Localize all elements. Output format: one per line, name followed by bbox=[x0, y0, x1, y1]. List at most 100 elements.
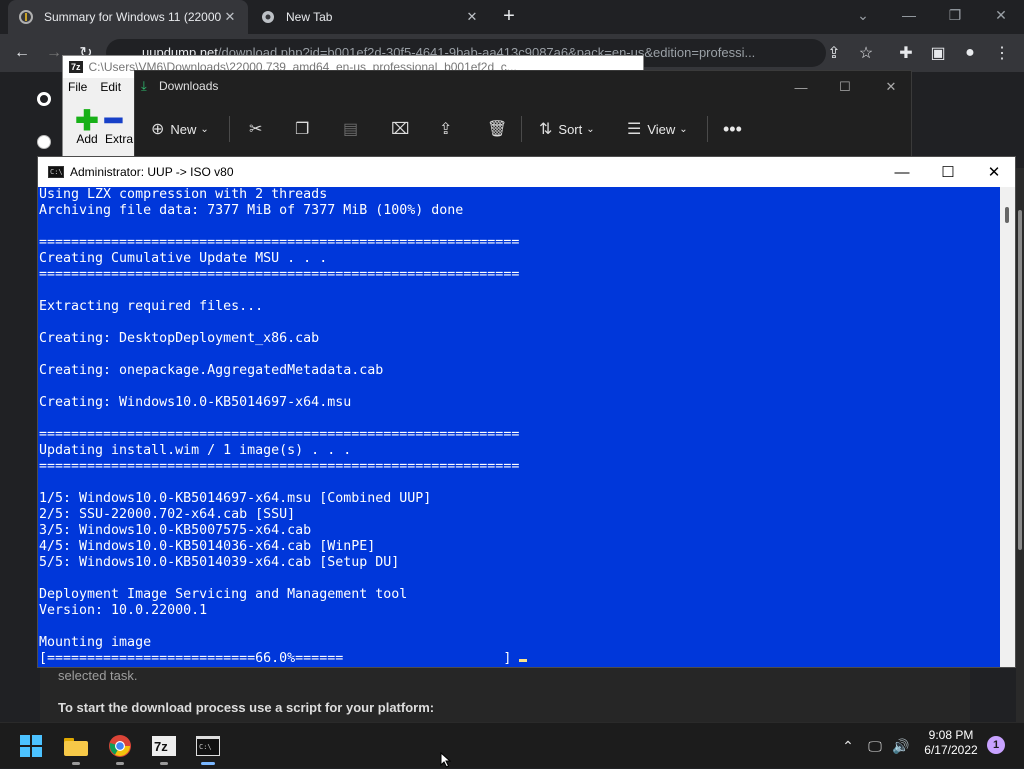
bookmark-star-icon[interactable]: ☆ bbox=[854, 42, 878, 64]
notification-badge[interactable]: 1 bbox=[987, 736, 1005, 754]
share-icon[interactable]: ⇪ bbox=[822, 42, 846, 64]
start-button[interactable] bbox=[16, 731, 48, 761]
sevenzip-logo-icon: 7z bbox=[69, 61, 83, 73]
extensions-puzzle-icon[interactable]: ✚ bbox=[894, 42, 918, 64]
view-label: View bbox=[647, 121, 676, 137]
browser-restore-button[interactable]: ❐ bbox=[932, 0, 978, 30]
browser-close-button[interactable]: ✕ bbox=[978, 0, 1024, 30]
view-list-icon: ☰ bbox=[627, 121, 642, 138]
show-hidden-icons-chevron-icon[interactable]: ⌃ bbox=[838, 723, 858, 769]
profile-avatar-icon[interactable]: ● bbox=[958, 42, 982, 64]
radio-option-selected[interactable] bbox=[37, 92, 51, 106]
console-line: ========================================… bbox=[39, 459, 520, 474]
explorer-close-button[interactable]: ✕ bbox=[871, 75, 911, 99]
tab-uup-summary[interactable]: Summary for Windows 11 (22000 ✕ bbox=[8, 0, 248, 34]
console-scrollbar[interactable] bbox=[1000, 187, 1015, 667]
explorer-view-button[interactable]: ☰ View ⌄ bbox=[627, 117, 688, 141]
uupdump-favicon-icon bbox=[18, 9, 34, 25]
explorer-copy-button[interactable]: ❐ bbox=[295, 117, 315, 141]
explorer-cut-button[interactable]: ✂ bbox=[249, 117, 268, 141]
console-line: ========================================… bbox=[39, 267, 520, 282]
explorer-new-button[interactable]: ⊕ New ⌄ bbox=[151, 117, 209, 141]
explorer-minimize-button[interactable]: — bbox=[781, 75, 821, 99]
sort-label: Sort bbox=[558, 121, 583, 137]
add-plus-icon: ✚ bbox=[75, 105, 99, 136]
console-line: Creating Cumulative Update MSU . . . bbox=[39, 251, 328, 266]
sevenzip-icon: 7z bbox=[152, 736, 176, 756]
volume-icon[interactable]: 🔊 bbox=[890, 723, 912, 769]
explorer-delete-button[interactable]: 🗑 bbox=[487, 117, 513, 141]
download-arrow-icon: ⤓ bbox=[141, 78, 147, 93]
rename-icon: ⌧ bbox=[391, 121, 410, 138]
taskbar-clock[interactable]: 9:08 PM 6/17/2022 bbox=[916, 728, 986, 758]
taskbar: 7z C:\ ⌃ 🖵 🔊 bbox=[0, 722, 1024, 768]
network-icon[interactable]: 🖵 bbox=[864, 723, 886, 769]
svg-text:C:\: C:\ bbox=[199, 743, 212, 751]
chrome-favicon-icon bbox=[260, 9, 276, 25]
console-line: 4/5: Windows10.0-KB5014036-x64.cab [WinP… bbox=[39, 539, 376, 554]
file-explorer-window: ⤓ Downloads — ☐ ✕ ⊕ New ⌄ ✂ ❐ ▤ ⌧ ⇪ 🗑 ⇅ Sor… bbox=[134, 70, 912, 160]
console-line: 1/5: Windows10.0-KB5014697-x64.msu [Comb… bbox=[39, 491, 432, 506]
browser-minimize-button[interactable]: — bbox=[886, 0, 932, 30]
explorer-rename-button[interactable]: ⌧ bbox=[391, 117, 415, 141]
tab-new-tab[interactable]: New Tab ✕ bbox=[252, 0, 488, 34]
console-line: Version: 10.0.22000.1 bbox=[39, 603, 208, 618]
taskbar-file-explorer[interactable] bbox=[60, 731, 92, 765]
explorer-paste-button[interactable]: ▤ bbox=[343, 117, 364, 141]
console-line: 2/5: SSU-22000.702-x64.cab [SSU] bbox=[39, 507, 296, 522]
tab-close-icon[interactable]: ✕ bbox=[464, 9, 480, 25]
tab-search-chevron-icon[interactable]: ⌄ bbox=[840, 0, 886, 30]
console-line: [==========================66.0%====== ] bbox=[39, 651, 999, 667]
side-panel-icon[interactable]: ▣ bbox=[926, 42, 950, 64]
share-icon: ⇪ bbox=[439, 121, 453, 138]
console-line: Updating install.wim / 1 image(s) . . . bbox=[39, 443, 352, 458]
console-line: Using LZX compression with 2 threads bbox=[39, 187, 328, 202]
tab-close-icon[interactable]: ✕ bbox=[222, 9, 238, 25]
mouse-cursor-icon bbox=[440, 752, 452, 768]
radio-option[interactable] bbox=[37, 135, 51, 149]
menu-edit[interactable]: Edit bbox=[100, 80, 121, 94]
tab-title: New Tab bbox=[286, 10, 333, 24]
menu-file[interactable]: File bbox=[68, 80, 87, 94]
console-line: 3/5: Windows10.0-KB5007575-x64.cab bbox=[39, 523, 312, 538]
sevenzip-add-button[interactable]: ✚ Add bbox=[69, 105, 105, 147]
clock-date: 6/17/2022 bbox=[924, 743, 978, 757]
console-minimize-button[interactable]: — bbox=[879, 157, 925, 187]
explorer-sort-button[interactable]: ⇅ Sort ⌄ bbox=[539, 117, 595, 141]
explorer-share-button[interactable]: ⇪ bbox=[439, 117, 458, 141]
terminal-icon: C:\ bbox=[196, 736, 220, 756]
console-line: 5/5: Windows10.0-KB5014039-x64.cab [Setu… bbox=[39, 555, 400, 570]
page-text-download-instructions: To start the download process use a scri… bbox=[58, 700, 435, 715]
new-tab-plus-icon[interactable]: + bbox=[498, 6, 520, 28]
sort-arrows-icon: ⇅ bbox=[539, 121, 553, 138]
page-scrollbar-thumb[interactable] bbox=[1018, 210, 1022, 550]
console-close-button[interactable]: ✕ bbox=[971, 157, 1017, 187]
new-plus-circle-icon: ⊕ bbox=[151, 121, 165, 138]
chrome-menu-icon[interactable]: ⋮ bbox=[990, 42, 1014, 64]
console-scrollbar-thumb[interactable] bbox=[1005, 207, 1009, 223]
explorer-more-options-icon[interactable]: ••• bbox=[723, 117, 742, 141]
cut-scissors-icon: ✂ bbox=[249, 121, 263, 138]
svg-text:7z: 7z bbox=[154, 739, 168, 754]
chevron-down-icon: ⌄ bbox=[679, 123, 688, 135]
explorer-maximize-button[interactable]: ☐ bbox=[825, 75, 865, 99]
taskbar-7zip[interactable]: 7z bbox=[148, 731, 180, 765]
console-window: C:\ Administrator: UUP -> ISO v80 — ☐ ✕ … bbox=[37, 156, 1016, 668]
copy-icon: ❐ bbox=[295, 121, 310, 138]
console-output[interactable]: Using LZX compression with 2 threads Arch… bbox=[38, 187, 999, 667]
back-arrow-icon[interactable]: ← bbox=[10, 42, 34, 64]
new-label: New bbox=[170, 121, 197, 137]
console-line: ========================================… bbox=[39, 235, 520, 250]
taskbar-terminal[interactable]: C:\ bbox=[192, 731, 224, 765]
taskbar-chrome[interactable] bbox=[104, 731, 136, 765]
console-line: Creating: DesktopDeployment_x86.cab bbox=[39, 331, 320, 346]
console-line: Deployment Image Servicing and Managemen… bbox=[39, 587, 408, 602]
paste-clipboard-icon: ▤ bbox=[343, 121, 359, 138]
console-maximize-button[interactable]: ☐ bbox=[925, 157, 971, 187]
toolbar-divider bbox=[707, 116, 708, 142]
